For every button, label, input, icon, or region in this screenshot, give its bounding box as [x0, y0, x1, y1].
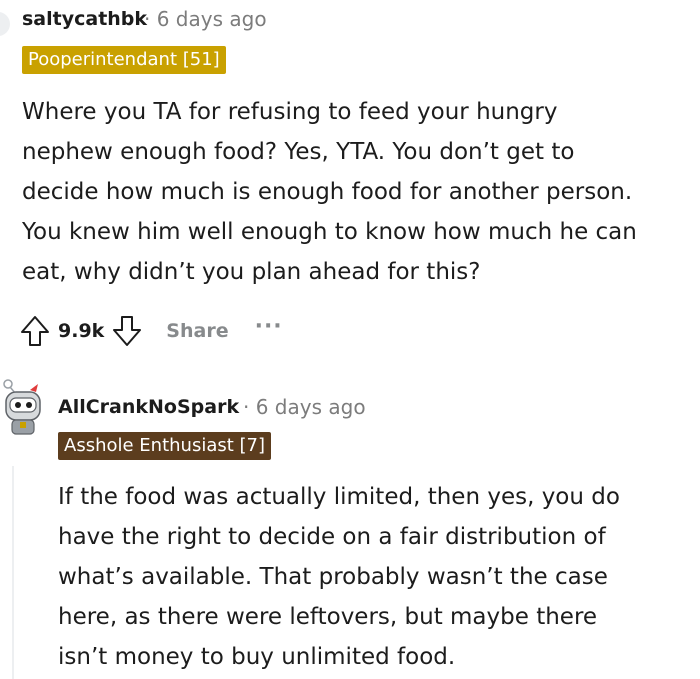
comment-line: decide how much is enough food for anoth…	[22, 179, 633, 205]
comment-body: Where you TA for refusing to feed your h…	[22, 92, 637, 292]
comment-line: nephew enough food? Yes, YTA. You don’t …	[22, 139, 575, 165]
comment-body: If the food was actually limited, then y…	[58, 477, 620, 677]
comment-line: Where you TA for refusing to feed your h…	[22, 99, 558, 125]
share-button[interactable]: Share	[166, 320, 228, 342]
comment-timestamp[interactable]: · 6 days ago	[243, 395, 366, 419]
comment-line: isn’t money to buy unlimited food.	[58, 644, 456, 670]
more-options-button[interactable]: ···	[255, 314, 283, 339]
comment-line: what’s available. That probably wasn’t t…	[58, 564, 608, 590]
upvote-arrow-icon	[21, 316, 49, 346]
vote-score: 9.9k	[58, 320, 105, 342]
comment-line: here, as there were leftovers, but maybe…	[58, 604, 598, 630]
comment-username[interactable]: AllCrankNoSpark	[58, 396, 239, 418]
comment-line: have the right to decide on a fair distr…	[58, 524, 606, 550]
comment-timestamp[interactable]: · 6 days ago	[144, 7, 267, 31]
comment-username[interactable]: saltycathbk	[22, 8, 147, 30]
upvote-button[interactable]	[18, 314, 52, 348]
avatar[interactable]	[0, 12, 10, 36]
downvote-arrow-icon	[113, 316, 142, 346]
thread-line[interactable]	[12, 466, 14, 679]
user-flair: Asshole Enthusiast [7]	[58, 432, 272, 460]
user-flair: Pooperintendant [51]	[22, 46, 226, 74]
comment-line: You knew him well enough to know how muc…	[22, 219, 637, 245]
comment-actions: 9.9k Share ···	[18, 314, 283, 348]
comment-line: If the food was actually limited, then y…	[58, 484, 620, 510]
comment-line: eat, why didn’t you plan ahead for this?	[22, 259, 481, 285]
robot-avatar-icon[interactable]	[0, 378, 48, 442]
downvote-button[interactable]	[110, 314, 144, 348]
